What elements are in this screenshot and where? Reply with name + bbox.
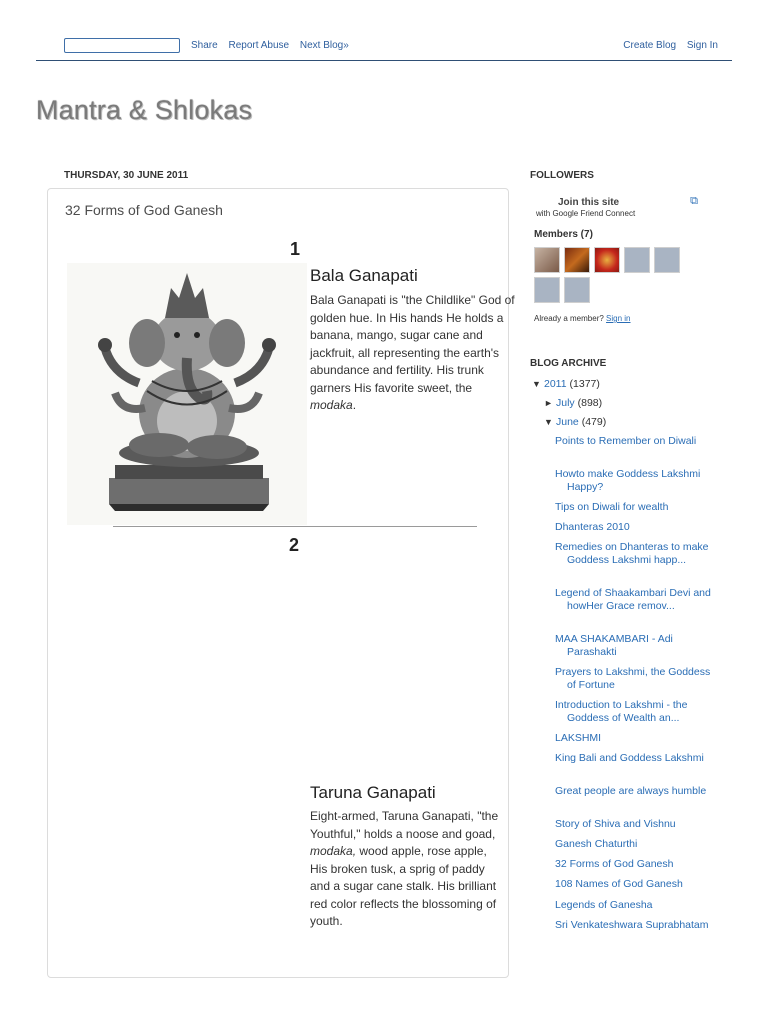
navbar-left-links: Share Report Abuse Next Blog»	[191, 40, 357, 51]
section-title-bala-ganapati: Bala Ganapati	[310, 266, 418, 285]
archive-post-link[interactable]: Story of Shiva and Vishnu	[555, 818, 717, 831]
report-abuse-link[interactable]: Report Abuse	[228, 40, 289, 51]
next-blog-link[interactable]: Next Blog»	[300, 40, 349, 51]
avatar[interactable]	[564, 247, 590, 273]
collapse-triangle-icon[interactable]: ▼	[544, 417, 556, 427]
archive-post-link[interactable]: Legend of Shaakambari Devi and howHer Gr…	[555, 587, 717, 613]
archive-year-link[interactable]: 2011	[544, 378, 567, 390]
archive-post-link[interactable]: Points to Remember on Diwali	[555, 435, 717, 448]
blog-title[interactable]: Mantra & Shlokas	[36, 95, 252, 126]
archive-post-link[interactable]: Remedies on Dhanteras to make Goddess La…	[555, 541, 717, 567]
ganesh-illustration-icon	[67, 263, 307, 525]
avatar[interactable]	[534, 247, 560, 273]
archive-post-link[interactable]: Tips on Diwali for wealth	[555, 501, 717, 514]
section-number: 2	[289, 535, 300, 555]
ganesh-image	[67, 263, 307, 525]
section-description: Bala Ganapati is "the Childlike" God of …	[310, 293, 515, 412]
expand-triangle-icon[interactable]: ►	[544, 398, 556, 408]
sidebar: FOLLOWERS Join this site ⧉ with Google F…	[530, 165, 740, 931]
archive-month-link[interactable]: June	[556, 416, 579, 428]
post-title[interactable]: 32 Forms of God Ganesh	[65, 202, 223, 218]
members-count: Members (7)	[534, 229, 593, 240]
section-number: 1	[290, 239, 301, 259]
section-title-taruna-ganapati: Taruna Ganapati	[310, 783, 436, 802]
section-divider	[113, 526, 477, 527]
sign-in-link[interactable]: Sign In	[687, 40, 718, 51]
gfc-sign-in-link[interactable]: Sign in	[606, 314, 630, 323]
archive-post-link[interactable]: Ganesh Chaturthi	[555, 838, 717, 851]
avatar[interactable]	[564, 277, 590, 303]
avatar[interactable]	[624, 247, 650, 273]
archive-post-link[interactable]: Legends of Ganesha	[555, 899, 717, 912]
archive-post-link[interactable]: King Bali and Goddess Lakshmi	[555, 752, 717, 765]
archive-post-link[interactable]: Great people are always humble	[555, 785, 717, 798]
blogger-navbar: Share Report Abuse Next Blog» Create Blo…	[36, 36, 732, 61]
share-link[interactable]: Share	[191, 40, 218, 51]
archive-heading: BLOG ARCHIVE	[530, 358, 607, 369]
archive-post-link[interactable]: 108 Names of God Ganesh	[555, 878, 717, 891]
section-description: Eight-armed, Taruna Ganapati, "the Youth…	[310, 809, 499, 928]
avatar[interactable]	[654, 247, 680, 273]
archive-post-link[interactable]: Prayers to Lakshmi, the Goddess of Fortu…	[555, 666, 717, 692]
archive-post-link[interactable]: Dhanteras 2010	[555, 521, 717, 534]
avatar[interactable]	[594, 247, 620, 273]
post: 32 Forms of God Ganesh 1 Bala Ganapati B…	[47, 188, 515, 978]
join-site-link[interactable]: Join this site	[558, 197, 619, 208]
archive-year: ▼ 2011 (1377)	[532, 378, 600, 390]
navbar-right-links: Create Blog Sign In	[615, 40, 718, 51]
archive-month-link[interactable]: July	[556, 397, 575, 409]
archive-month: ► July (898)	[544, 397, 603, 409]
archive-post-link[interactable]: Howto make Goddess Lakshmi Happy?	[555, 468, 717, 494]
collapse-triangle-icon[interactable]: ▼	[532, 379, 544, 389]
archive-post-link[interactable]: MAA SHAKAMBARI - Adi Parashakti	[555, 633, 717, 659]
archive-post-link[interactable]: Introduction to Lakshmi - the Goddess of…	[555, 699, 717, 725]
gfc-subtitle: with Google Friend Connect	[536, 209, 636, 218]
archive-month: ▼ June (479)	[544, 416, 607, 428]
archive-post-link[interactable]: 32 Forms of God Ganesh	[555, 858, 717, 871]
archive-post-link[interactable]: Sri Venkateshwara Suprabhatam	[555, 919, 717, 932]
post-date: THURSDAY, 30 JUNE 2011	[64, 170, 189, 181]
followers-widget: Join this site ⧉ with Google Friend Conn…	[530, 165, 740, 323]
avatar[interactable]	[534, 277, 560, 303]
create-blog-link[interactable]: Create Blog	[623, 40, 676, 51]
archive-post-link[interactable]: LAKSHMI	[555, 732, 717, 745]
popout-icon[interactable]: ⧉	[690, 195, 698, 208]
navbar-search-input[interactable]	[64, 38, 180, 53]
already-member-text: Already a member? Sign in	[534, 314, 631, 323]
